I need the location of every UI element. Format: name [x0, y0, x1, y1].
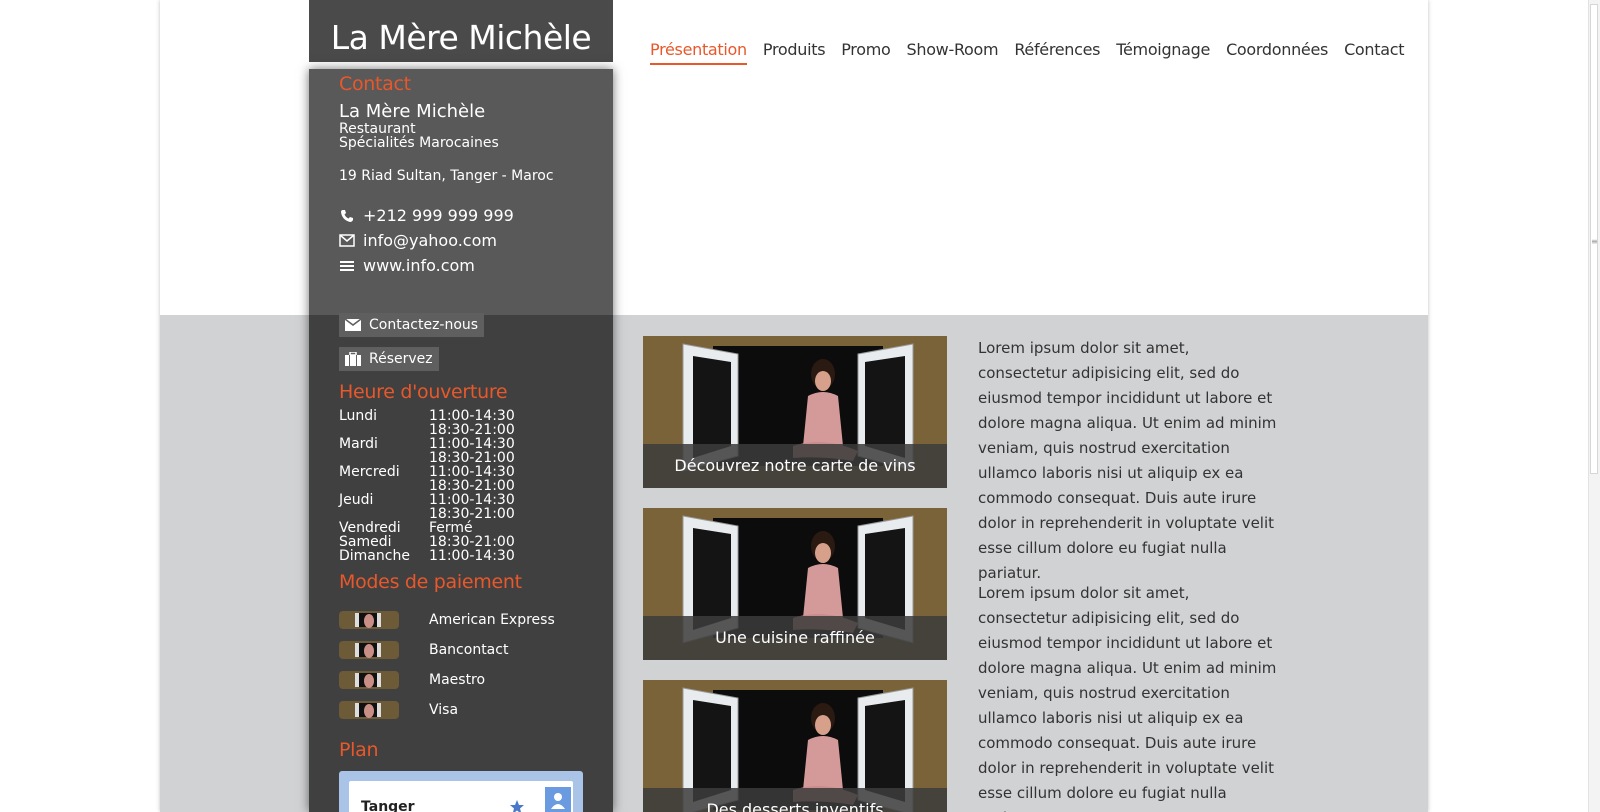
phone-line[interactable]: +212 999 999 999	[339, 206, 599, 225]
payment-item: American Express	[339, 605, 599, 635]
business-name: La Mère Michèle	[339, 101, 486, 122]
nav-item-show-room[interactable]: Show-Room	[907, 40, 999, 65]
payment-block: Modes de paiement American Express Banco…	[339, 571, 599, 725]
business-specialty: Spécialités Marocaines	[339, 135, 499, 151]
suitcase-icon	[345, 352, 361, 366]
hours-row-mardi: Mardi 11:00-14:30 18:30-21:00	[339, 436, 515, 466]
business-address: 19 Riad Sultan, Tanger - Maroc	[339, 168, 554, 184]
nav-item-promo[interactable]: Promo	[841, 40, 891, 65]
map-embed[interactable]: Tanger	[339, 771, 583, 812]
hours-row-mercredi: Mercredi 11:00-14:30 18:30-21:00	[339, 464, 515, 494]
main-nav: Présentation Produits Promo Show-Room Ré…	[650, 40, 1420, 65]
feature-card-caption: Une cuisine raffinée	[643, 616, 947, 660]
payment-name: Bancontact	[429, 642, 509, 658]
site-logo[interactable]: La Mère Michèle	[309, 0, 613, 65]
sidebar: Contact La Mère Michèle Restaurant Spéci…	[309, 69, 613, 812]
payment-item: Maestro	[339, 665, 599, 695]
payment-thumbnail	[339, 701, 399, 719]
email-line[interactable]: info@yahoo.com	[339, 231, 599, 250]
nav-item-references[interactable]: Références	[1014, 40, 1100, 65]
phone-icon	[339, 209, 355, 223]
page-margin-left	[0, 0, 160, 812]
nav-item-presentation[interactable]: Présentation	[650, 40, 747, 65]
payment-name: American Express	[429, 612, 555, 628]
feature-card-caption: Des desserts inventifs	[643, 788, 947, 812]
star-icon[interactable]	[509, 799, 525, 812]
hours-row-lundi: Lundi 11:00-14:30 18:30-21:00	[339, 408, 515, 438]
intro-paragraph: Lorem ipsum dolor sit amet, consectetur …	[978, 584, 1277, 812]
envelope-icon	[345, 319, 361, 331]
hours-block: Heure d'ouverture Lundi 11:00-14:30 18:30…	[339, 381, 599, 563]
payment-item: Visa	[339, 695, 599, 725]
hours-row-dimanche: Dimanche 11:00-14:30	[339, 548, 515, 564]
contactez-nous-button[interactable]: Contactez-nous	[339, 313, 485, 337]
reservez-button[interactable]: Réservez	[339, 347, 439, 371]
nav-item-temoignage[interactable]: Témoignage	[1116, 40, 1210, 65]
payment-name: Maestro	[429, 672, 486, 688]
phone-number: +212 999 999 999	[363, 206, 514, 225]
nav-item-coordonnees[interactable]: Coordonnées	[1226, 40, 1328, 65]
hours-row-samedi: Samedi 18:30-21:00	[339, 534, 515, 550]
website-line[interactable]: www.info.com	[339, 256, 599, 275]
scrollbar-grip-icon: ≡	[1591, 237, 1598, 246]
map-place-label: Tanger	[361, 799, 415, 812]
map-info-card: Tanger	[349, 781, 573, 812]
contact-block: Contact La Mère Michèle Restaurant Spéci…	[339, 73, 599, 275]
contactez-nous-label: Contactez-nous	[369, 317, 479, 333]
website-url: www.info.com	[363, 256, 475, 275]
reservez-label: Réservez	[369, 351, 433, 367]
payment-item: Bancontact	[339, 635, 599, 665]
nav-item-produits[interactable]: Produits	[763, 40, 826, 65]
nav-item-contact[interactable]: Contact	[1344, 40, 1404, 65]
person-icon[interactable]	[545, 787, 571, 812]
feature-card-caption: Découvrez notre carte de vins	[643, 444, 947, 488]
payment-thumbnail	[339, 641, 399, 659]
email-address: info@yahoo.com	[363, 231, 497, 250]
plan-block: Plan Tanger	[339, 739, 599, 812]
hours-row-vendredi: Vendredi Fermé	[339, 520, 473, 536]
payment-thumbnail	[339, 671, 399, 689]
menu-lines-icon	[339, 260, 355, 272]
feature-card-desserts[interactable]: Des desserts inventifs	[643, 680, 947, 812]
hours-row-jeudi: Jeudi 11:00-14:30 18:30-21:00	[339, 492, 515, 522]
intro-paragraph: Lorem ipsum dolor sit amet, consectetur …	[978, 339, 1277, 582]
business-type: Restaurant	[339, 121, 416, 137]
payment-heading: Modes de paiement	[339, 571, 522, 593]
contact-heading: Contact	[339, 73, 411, 95]
payment-thumbnail	[339, 611, 399, 629]
hours-heading: Heure d'ouverture	[339, 381, 508, 403]
plan-heading: Plan	[339, 739, 379, 761]
page-margin-right	[1428, 0, 1600, 812]
action-buttons: Contactez-nous Réservez	[339, 313, 599, 371]
envelope-icon	[339, 234, 355, 247]
feature-card-wines[interactable]: Découvrez notre carte de vins	[643, 336, 947, 488]
payment-name: Visa	[429, 702, 459, 718]
feature-card-cuisine[interactable]: Une cuisine raffinée	[643, 508, 947, 660]
